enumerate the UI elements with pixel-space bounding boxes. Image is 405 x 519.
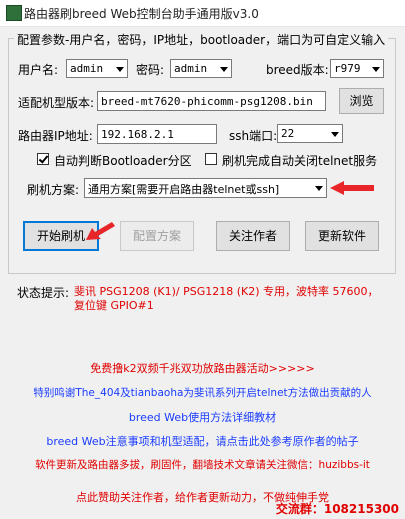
red-arrow-icon [330, 181, 374, 195]
ip-field[interactable]: 192.168.2.1 [97, 124, 217, 144]
ssh-port-combo[interactable]: 22 [277, 124, 343, 143]
firmware-value: breed-mt7620-phicomm-psg1208.bin [101, 95, 313, 108]
promo-link[interactable]: 免费撸k2双频千兆双功放路由器活动>>>>> [0, 360, 405, 376]
status-label: 状态提示: [17, 286, 70, 300]
status-line-2: 复位键 GPIO#1 [74, 299, 154, 312]
chevron-down-icon[interactable] [367, 60, 383, 77]
auto-detect-checkbox[interactable] [37, 153, 49, 165]
ip-label: 路由器IP地址: [18, 129, 93, 143]
wechat-link[interactable]: 软件更新及路由器多拔，刷固件，翻墙技术文章请关注微信：huzibbs-it [0, 457, 405, 472]
scheme-combo[interactable]: 通用方案[需要开启路由器telnet或ssh] [84, 178, 327, 198]
config-group-title: 配置参数-用户名，密码，IP地址，bootloader，端口为可自定义输入 [14, 31, 389, 48]
browse-button[interactable]: 浏览 [339, 88, 384, 114]
auto-close-telnet-label: 刷机完成自动关闭telnet服务 [222, 154, 378, 168]
ip-value: 192.168.2.1 [101, 128, 174, 141]
firmware-label: 适配机型版本: [18, 96, 95, 110]
scheme-label: 刷机方案: [27, 183, 80, 197]
breed-version-value: r979 [334, 62, 361, 75]
auto-detect-label: 自动判断Bootloader分区 [54, 154, 192, 168]
password-value: admin [174, 62, 208, 75]
scheme-value: 通用方案[需要开启路由器telnet或ssh] [88, 183, 280, 196]
breed-version-label: breed版本: [266, 63, 329, 77]
firmware-field[interactable]: breed-mt7620-phicomm-psg1208.bin [97, 91, 326, 111]
chevron-down-icon[interactable] [326, 125, 342, 142]
chevron-down-icon[interactable] [310, 179, 326, 196]
chevron-down-icon[interactable] [111, 60, 127, 77]
breed-version-combo[interactable]: r979 [330, 59, 384, 78]
username-combo[interactable]: admin [66, 59, 128, 78]
breed-notes-link[interactable]: breed Web注意事项和机型适配，请点击此处参考原作者的帖子 [0, 433, 405, 449]
ssh-port-value: 22 [281, 127, 295, 140]
configure-scheme-button[interactable]: 配置方案 [120, 221, 194, 251]
username-label: 用户名: [18, 63, 59, 77]
chevron-down-icon[interactable] [215, 60, 231, 77]
password-label: 密码: [136, 63, 165, 77]
qq-group-watermark: 交流群：108215300 [275, 502, 399, 516]
username-value: admin [70, 62, 104, 75]
breed-tutorial-link[interactable]: breed Web使用方法详细教材 [0, 409, 405, 425]
red-arrow-icon [86, 222, 115, 240]
app-icon [6, 5, 22, 21]
ssh-port-label: ssh端口: [229, 129, 278, 143]
window-title: 路由器刷breed Web控制台助手通用版v3.0 [24, 7, 259, 21]
password-combo[interactable]: admin [170, 59, 232, 78]
auto-close-telnet-checkbox[interactable] [205, 153, 217, 165]
update-software-button[interactable]: 更新软件 [305, 221, 379, 251]
follow-author-button[interactable]: 关注作者 [216, 221, 290, 251]
thanks-link[interactable]: 特别鸣谢The_404及tianbaoha为斐讯系列开启telnet方法做出贡献… [0, 385, 405, 400]
